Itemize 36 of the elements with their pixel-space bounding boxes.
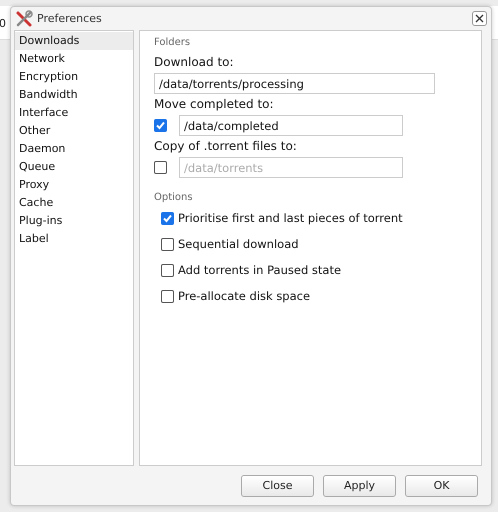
- sidebar-item[interactable]: Proxy: [15, 176, 133, 194]
- background-text: 0: [0, 17, 6, 30]
- option-label: Prioritise first and last pieces of torrent: [178, 211, 403, 225]
- sidebar-item[interactable]: Plug-ins: [15, 212, 133, 230]
- sidebar-item[interactable]: Daemon: [15, 140, 133, 158]
- close-icon: [475, 14, 484, 23]
- dialog-button[interactable]: Apply: [323, 474, 396, 496]
- close-button[interactable]: [472, 11, 487, 26]
- sidebar-item[interactable]: Downloads: [15, 32, 133, 50]
- sidebar-item[interactable]: Encryption: [15, 68, 133, 86]
- field-label: Move completed to:: [154, 97, 275, 111]
- sidebar-item[interactable]: Queue: [15, 158, 133, 176]
- checkbox[interactable]: [161, 238, 174, 250]
- sidebar-item[interactable]: Interface: [15, 104, 133, 122]
- checkbox[interactable]: [161, 290, 174, 302]
- section-title: Folders: [154, 37, 192, 48]
- option-label: Add torrents in Paused state: [178, 263, 342, 277]
- sidebar-item[interactable]: Cache: [15, 194, 133, 212]
- dialog-button[interactable]: OK: [405, 474, 478, 496]
- section-title: Options: [154, 192, 194, 203]
- path-field[interactable]: /data/torrents/processing: [154, 73, 435, 94]
- sidebar-item[interactable]: Label: [15, 230, 133, 248]
- checkbox[interactable]: [161, 264, 174, 276]
- field-label: Download to:: [154, 55, 235, 69]
- sidebar-item[interactable]: Network: [15, 50, 133, 68]
- path-field[interactable]: /data/completed: [179, 115, 403, 136]
- checkbox[interactable]: [154, 119, 167, 132]
- sidebar-item[interactable]: Other: [15, 122, 133, 140]
- dialog-button[interactable]: Close: [241, 474, 314, 496]
- window-title: Preferences: [37, 12, 103, 25]
- option-label: Sequential download: [178, 237, 299, 251]
- checkbox[interactable]: [161, 212, 174, 224]
- option-label: Pre-allocate disk space: [178, 289, 310, 303]
- tools-icon: [15, 10, 33, 28]
- sidebar-item[interactable]: Bandwidth: [15, 86, 133, 104]
- field-label: Copy of .torrent files to:: [154, 139, 298, 153]
